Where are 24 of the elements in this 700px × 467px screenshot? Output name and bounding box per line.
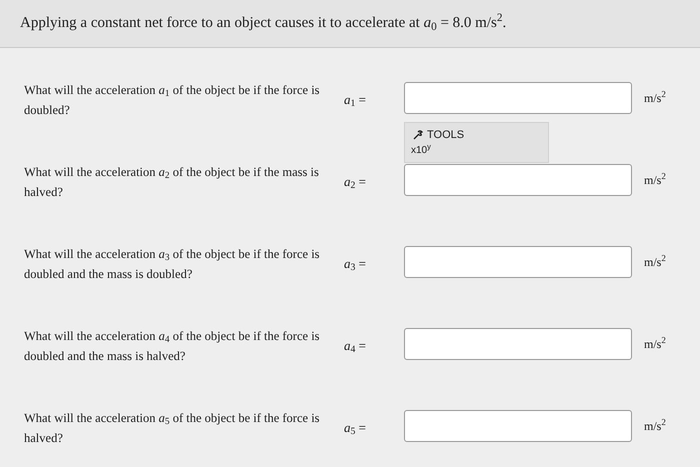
variable-label: a$_{3}$ =: [344, 256, 366, 270]
unit-label: m/s$^{2}$: [644, 334, 666, 352]
variable-label: a$_{1}$ =: [344, 92, 366, 106]
question-text: What will the acceleration a$_{2}$ of the object be if the mass is halved?: [24, 164, 319, 198]
variable-label: a$_{5}$ =: [344, 420, 366, 434]
answer-field[interactable]: [404, 164, 632, 196]
variable-label: a$_{2}$ =: [344, 174, 366, 188]
answer-field[interactable]: [404, 82, 632, 114]
question-text: What will the acceleration a$_{1}$ of the object be if the force is doubled?: [24, 82, 320, 116]
scientific-notation-button[interactable]: x10$^{y}$: [409, 143, 433, 158]
unit-label: m/s$^{2}$: [644, 170, 666, 188]
problem-statement: Applying a constant net force to an object causes it to accelerate at a$_{0}$ = 8.0 m/s$^{2}$.: [20, 15, 506, 31]
answer-field[interactable]: [404, 246, 632, 278]
question-text: What will the acceleration a$_{4}$ of the object be if the force is doubled and the mass is halved?: [24, 328, 320, 362]
unit-label: m/s$^{2}$: [644, 416, 666, 434]
question-text: What will the acceleration a$_{3}$ of the object be if the force is doubled and the mass is doubled?: [24, 246, 320, 280]
variable-label: a$_{4}$ =: [344, 338, 366, 352]
answer-field[interactable]: [404, 410, 632, 442]
tools-title: TOOLS: [427, 128, 464, 142]
unit-label: m/s$^{2}$: [644, 252, 666, 270]
wrench-icon: [413, 130, 423, 140]
answer-field[interactable]: [404, 328, 632, 360]
question-text: What will the acceleration a$_{5}$ of the object be if the force is halved?: [24, 410, 320, 444]
unit-label: m/s$^{2}$: [644, 88, 666, 106]
